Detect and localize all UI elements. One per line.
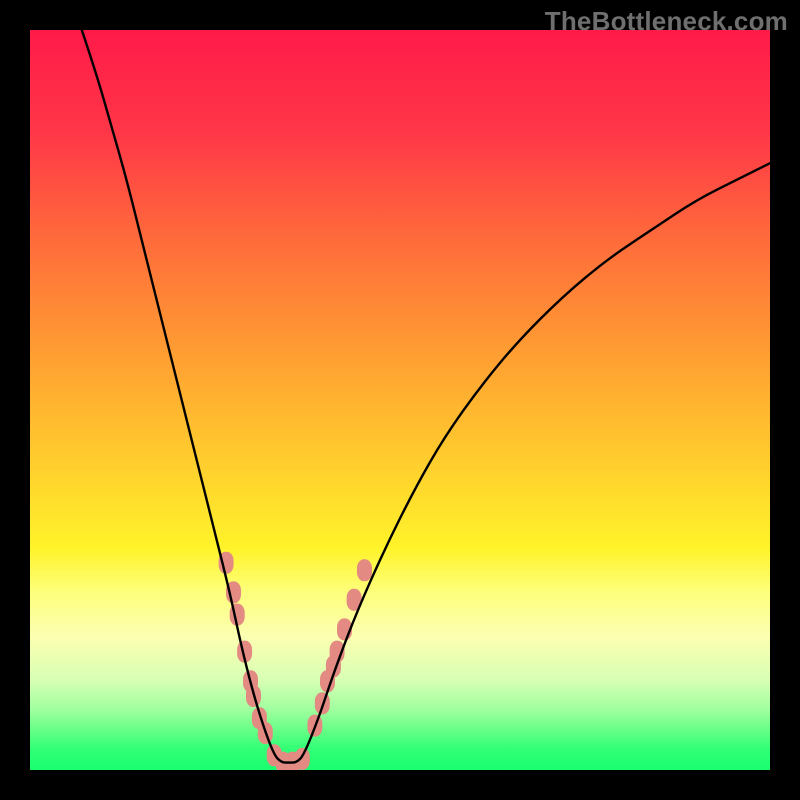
plot-area (30, 30, 770, 770)
watermark-text: TheBottleneck.com (545, 6, 788, 37)
chart-stage: TheBottleneck.com (0, 0, 800, 800)
data-marker (357, 559, 372, 581)
marker-group (219, 552, 372, 770)
data-marker (295, 748, 310, 770)
curve-layer (30, 30, 770, 770)
bottleneck-curve (82, 30, 770, 763)
